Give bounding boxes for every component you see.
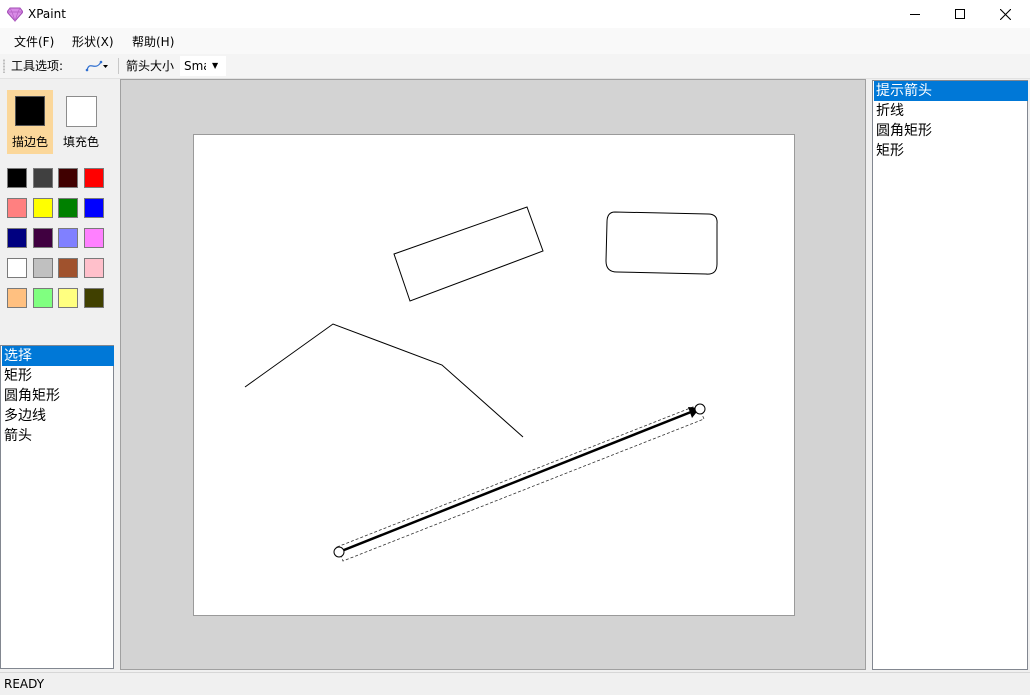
- shape-item-polyline[interactable]: 折线: [874, 101, 1028, 121]
- palette-swatch[interactable]: [83, 288, 104, 308]
- shape-hint-arrow[interactable]: [333, 403, 706, 562]
- canvas-area[interactable]: [120, 79, 866, 670]
- tool-list[interactable]: 选择 矩形 圆角矩形 多边线 箭头: [0, 345, 114, 669]
- menu-file[interactable]: 文件(F): [14, 34, 54, 50]
- palette-swatch[interactable]: [32, 288, 53, 308]
- arrow-end-handle[interactable]: [694, 403, 706, 415]
- menu-help[interactable]: 帮助(H): [132, 34, 174, 50]
- palette-swatch[interactable]: [32, 198, 53, 218]
- status-text: READY: [4, 677, 45, 691]
- menu-bar: 文件(F) 形状(X) 帮助(H): [0, 28, 1030, 54]
- palette-swatch[interactable]: [58, 198, 78, 218]
- diamond-icon: [7, 7, 23, 22]
- curve-tool-icon: [85, 60, 108, 72]
- arrow-start-handle[interactable]: [333, 546, 345, 558]
- palette-swatch[interactable]: [83, 258, 104, 278]
- palette-swatch[interactable]: [7, 288, 27, 308]
- maximize-icon: [955, 9, 965, 19]
- palette-swatch[interactable]: [7, 228, 27, 248]
- palette-swatch[interactable]: [7, 168, 27, 188]
- arrow-size-value: Small: [184, 59, 206, 73]
- toolbar: 工具选项: 箭头大小 Small ▼: [0, 54, 1030, 79]
- tool-item-arrow[interactable]: 箭头: [2, 426, 114, 446]
- shape-item-rounded-rectangle[interactable]: 圆角矩形: [874, 121, 1028, 141]
- tool-item-select[interactable]: 选择: [2, 346, 114, 366]
- minimize-icon: [910, 14, 920, 15]
- arrow-size-select[interactable]: Small ▼: [180, 56, 226, 76]
- arrow-size-label: 箭头大小: [126, 59, 175, 73]
- shape-rectangle[interactable]: [393, 206, 544, 302]
- palette-swatch[interactable]: [7, 258, 27, 278]
- window-title: XPaint: [28, 7, 66, 21]
- minimize-button[interactable]: [892, 0, 938, 28]
- palette-swatch[interactable]: [58, 258, 78, 278]
- tool-options-label: 工具选项:: [11, 59, 64, 73]
- palette-swatch[interactable]: [32, 258, 53, 278]
- tool-item-rectangle[interactable]: 矩形: [2, 366, 114, 386]
- palette-swatch[interactable]: [83, 198, 104, 218]
- palette-swatch[interactable]: [83, 228, 104, 248]
- status-bar: READY: [0, 672, 1030, 695]
- shape-list[interactable]: 提示箭头 折线 圆角矩形 矩形: [872, 80, 1028, 670]
- close-icon: [999, 8, 1011, 20]
- color-palette: [0, 80, 114, 320]
- palette-swatch[interactable]: [7, 198, 27, 218]
- chevron-down-icon: ▼: [212, 61, 219, 70]
- palette-swatch[interactable]: [58, 228, 78, 248]
- drawing-svg[interactable]: [194, 135, 794, 615]
- close-button[interactable]: [982, 0, 1028, 28]
- palette-swatch[interactable]: [32, 228, 53, 248]
- shape-rounded-rectangle[interactable]: [605, 211, 718, 275]
- shape-item-hint-arrow[interactable]: 提示箭头: [874, 81, 1028, 101]
- shape-item-rectangle[interactable]: 矩形: [874, 141, 1028, 161]
- palette-swatch[interactable]: [83, 168, 104, 188]
- tool-item-polyline[interactable]: 多边线: [2, 406, 114, 426]
- maximize-button[interactable]: [937, 0, 983, 28]
- palette-swatch[interactable]: [58, 168, 78, 188]
- drawing-canvas[interactable]: [193, 134, 795, 616]
- shape-polyline[interactable]: [244, 323, 524, 438]
- tool-item-rounded-rectangle[interactable]: 圆角矩形: [2, 386, 114, 406]
- title-bar: XPaint: [0, 0, 1030, 28]
- curve-tool-dropdown[interactable]: [85, 56, 111, 76]
- menu-shape[interactable]: 形状(X): [72, 34, 114, 50]
- toolbar-separator: [118, 58, 119, 74]
- palette-swatch[interactable]: [32, 168, 53, 188]
- toolbar-grip[interactable]: [3, 59, 5, 73]
- palette-swatch[interactable]: [58, 288, 78, 308]
